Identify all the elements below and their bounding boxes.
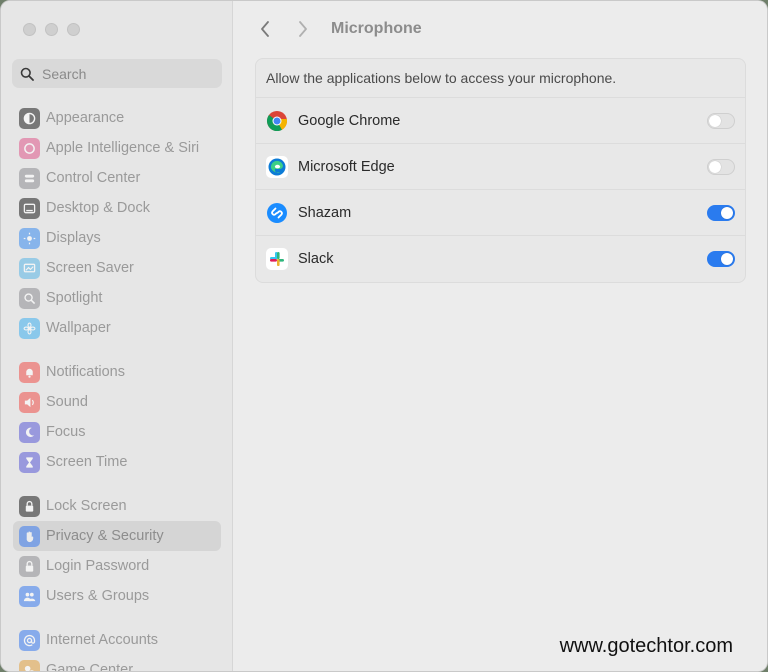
sidebar-item-label: Spotlight (46, 290, 103, 306)
sidebar-item-users-groups[interactable]: Users & Groups (13, 581, 221, 611)
sidebar-item-label: Users & Groups (46, 588, 150, 604)
sidebar-item-label: Internet Accounts (46, 632, 159, 648)
main-pane: Microphone Allow the applications below … (233, 1, 767, 671)
page-title: Microphone (331, 20, 422, 37)
at-icon (19, 629, 40, 651)
chrome-icon (266, 110, 288, 132)
app-name: Microsoft Edge (298, 158, 395, 175)
hand-icon (19, 525, 40, 547)
sidebar-item-screen-saver[interactable]: Screen Saver (13, 253, 221, 283)
sidebar-item-notifications[interactable]: Notifications (13, 357, 221, 387)
sidebar-item-privacy-security[interactable]: Privacy & Security (13, 521, 221, 551)
control-center-icon (19, 167, 40, 189)
search-icon (20, 67, 34, 81)
toggle-knob (721, 206, 733, 219)
sidebar-item-label: Appearance (46, 110, 125, 126)
sidebar-item-label: Lock Screen (46, 498, 127, 514)
sidebar-item-apple-intelligence-siri[interactable]: Apple Intelligence & Siri (13, 133, 221, 163)
sidebar-item-internet-accounts[interactable]: Internet Accounts (13, 625, 221, 655)
spotlight-icon (19, 287, 40, 309)
edge-icon (266, 155, 288, 178)
slack-icon (266, 248, 288, 270)
speaker-icon (19, 391, 40, 413)
sidebar-item-label: Displays (46, 230, 101, 246)
sidebar-item-spotlight[interactable]: Spotlight (13, 283, 221, 313)
sidebar-item-label: Control Center (46, 170, 141, 186)
app-name: Google Chrome (298, 112, 401, 129)
app-name: Shazam (298, 204, 352, 221)
app-row-shazam: Shazam (256, 190, 745, 236)
sidebar-item-label: Sound (46, 394, 88, 410)
sidebar-item-sound[interactable]: Sound (13, 387, 221, 417)
dock-icon (19, 197, 40, 219)
app-name: Slack (298, 251, 334, 267)
sidebar-item-label: Wallpaper (46, 320, 111, 336)
toolbar: Microphone (255, 15, 422, 43)
wallpaper-icon (19, 317, 40, 339)
sidebar-item-label: Screen Saver (46, 260, 134, 276)
microphone-toggle-shazam[interactable] (707, 204, 735, 221)
panel-description: Allow the applications below to access y… (256, 59, 745, 98)
lock-icon (19, 495, 40, 517)
window-controls (23, 23, 80, 36)
toggle-knob (721, 253, 733, 265)
sidebar-item-label: Login Password (46, 558, 150, 574)
sidebar-item-label: Apple Intelligence & Siri (46, 140, 200, 156)
moon-icon (19, 421, 40, 443)
sidebar: Appearance Apple Intelligence & Siri Contr… (1, 1, 233, 671)
settings-window: Appearance Apple Intelligence & Siri Contr… (0, 0, 768, 672)
search-field[interactable] (12, 59, 222, 88)
appearance-icon (19, 107, 40, 129)
sidebar-item-appearance[interactable]: Appearance (13, 103, 221, 133)
app-list: Google Chrome Microsoft Edge Shazam Slack (256, 98, 745, 282)
watermark: www.gotechtor.com (559, 635, 733, 657)
microphone-toggle-microsoft-edge[interactable] (707, 158, 735, 175)
screen-saver-icon (19, 257, 40, 279)
users-icon (19, 585, 40, 607)
sidebar-item-label: Privacy & Security (46, 528, 164, 544)
chevron-right-icon (299, 21, 307, 37)
back-button[interactable] (255, 19, 275, 39)
sidebar-item-login-password[interactable]: Login Password (13, 551, 221, 581)
app-row-google-chrome: Google Chrome (256, 98, 745, 144)
app-row-slack: Slack (256, 236, 745, 282)
microphone-apps-panel: Allow the applications below to access y… (255, 58, 746, 283)
chevron-left-icon (261, 21, 269, 37)
sidebar-item-desktop-dock[interactable]: Desktop & Dock (13, 193, 221, 223)
sidebar-item-label: Game Center (46, 662, 134, 672)
sidebar-item-control-center[interactable]: Control Center (13, 163, 221, 193)
siri-icon (19, 137, 40, 159)
minimize-window-button[interactable] (45, 23, 58, 36)
search-input[interactable] (40, 64, 214, 83)
sidebar-section-gap (13, 611, 221, 625)
sidebar-item-screen-time[interactable]: Screen Time (13, 447, 221, 477)
sidebar-item-wallpaper[interactable]: Wallpaper (13, 313, 221, 343)
app-row-microsoft-edge: Microsoft Edge (256, 144, 745, 190)
sidebar-item-game-center[interactable]: Game Center (13, 655, 221, 672)
zoom-window-button[interactable] (67, 23, 80, 36)
sidebar-section-gap (13, 343, 221, 357)
sun-icon (19, 227, 40, 249)
sidebar-item-lock-screen[interactable]: Lock Screen (13, 491, 221, 521)
shazam-icon (266, 202, 288, 224)
sidebar-item-label: Focus (46, 424, 86, 440)
toggle-knob (709, 160, 721, 173)
toggle-knob (709, 114, 721, 127)
microphone-toggle-slack[interactable] (707, 251, 735, 267)
sidebar-item-focus[interactable]: Focus (13, 417, 221, 447)
sidebar-nav: Appearance Apple Intelligence & Siri Contr… (13, 103, 221, 672)
game-center-icon (19, 659, 40, 671)
forward-button[interactable] (293, 19, 313, 39)
hourglass-icon (19, 451, 40, 473)
microphone-toggle-google-chrome[interactable] (707, 112, 735, 129)
padlock-icon (19, 555, 40, 577)
bell-icon (19, 361, 40, 383)
sidebar-section-gap (13, 477, 221, 491)
sidebar-item-label: Desktop & Dock (46, 200, 150, 216)
close-window-button[interactable] (23, 23, 36, 36)
sidebar-item-displays[interactable]: Displays (13, 223, 221, 253)
sidebar-item-label: Notifications (46, 364, 125, 380)
sidebar-item-label: Screen Time (46, 454, 128, 470)
